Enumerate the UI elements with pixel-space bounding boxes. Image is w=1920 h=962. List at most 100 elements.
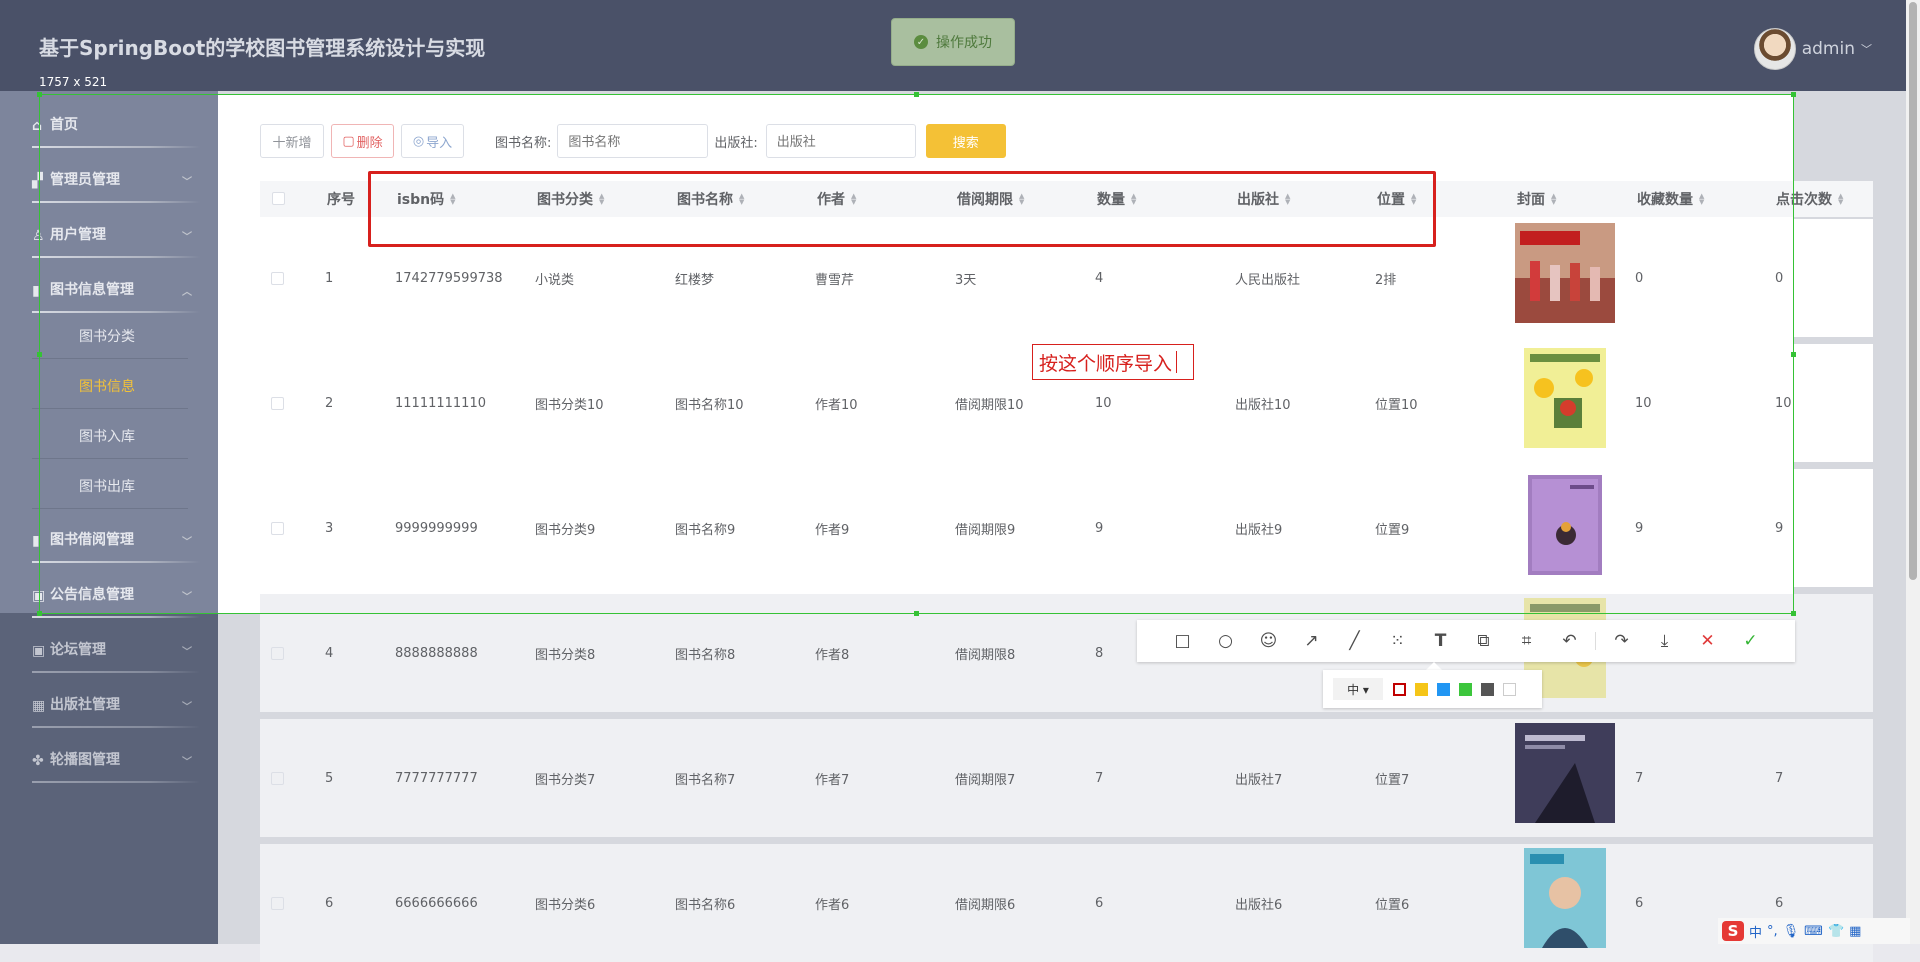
publisher-icon: ▦ bbox=[32, 698, 46, 714]
sidebar-item-label: 轮播图管理 bbox=[50, 752, 120, 768]
toast-message: 操作成功 bbox=[936, 35, 992, 51]
ime-toolbar[interactable]: S 中 °, 🎙 ⌨ 👕 ▦ bbox=[1718, 918, 1910, 944]
cover-image[interactable] bbox=[1515, 723, 1615, 823]
cell-quantity: 7 bbox=[1095, 770, 1104, 786]
microphone-icon[interactable]: 🎙 bbox=[1783, 924, 1800, 939]
ime-mode[interactable]: 中 bbox=[1749, 922, 1762, 941]
cell-location: 位置6 bbox=[1375, 897, 1410, 913]
sidebar-item-label: 出版社管理 bbox=[50, 697, 120, 713]
cell-quantity: 6 bbox=[1095, 895, 1104, 911]
sidebar-divider bbox=[32, 781, 200, 783]
annotation-text-box[interactable]: 按这个顺序导入 bbox=[1032, 344, 1194, 380]
table-row[interactable]: 6 6666666666 图书分类6 图书名称6 作者6 借阅期限6 6 出版社… bbox=[260, 844, 1873, 962]
emoji-tool-icon[interactable]: ☺ bbox=[1247, 620, 1290, 662]
cell-period: 借阅期限6 bbox=[955, 897, 1016, 913]
ellipse-tool-icon[interactable]: ○ bbox=[1204, 620, 1247, 662]
screenshot-toolbar: □ ○ ☺ ↗ ╱ ⁙ T ⧉ ⌗ ↶ ↷ ⤓ ✕ ✓ bbox=[1137, 620, 1795, 662]
sidebar-divider bbox=[32, 616, 200, 618]
sidebar-divider bbox=[32, 671, 200, 673]
vertical-scrollbar-thumb[interactable] bbox=[1909, 2, 1917, 580]
success-toast: ✓ 操作成功 bbox=[891, 18, 1015, 66]
carousel-icon: ✤ bbox=[32, 753, 44, 769]
cell-author: 作者6 bbox=[815, 897, 850, 913]
resize-handle[interactable] bbox=[37, 611, 42, 616]
arrow-tool-icon[interactable]: ↗ bbox=[1290, 620, 1333, 662]
cell-author: 作者7 bbox=[815, 772, 850, 788]
resize-handle[interactable] bbox=[1791, 352, 1796, 357]
pen-tool-icon[interactable]: ╱ bbox=[1333, 620, 1376, 662]
chevron-down-icon: ﹀ bbox=[1861, 43, 1872, 56]
mosaic-tool-icon[interactable]: ⁙ bbox=[1376, 620, 1419, 662]
row-checkbox[interactable] bbox=[271, 647, 284, 660]
undo-icon[interactable]: ↶ bbox=[1548, 620, 1591, 662]
cell-favorites: 6 bbox=[1635, 895, 1644, 911]
sogou-logo-icon[interactable]: S bbox=[1722, 921, 1744, 941]
skin-icon[interactable]: 👕 bbox=[1828, 924, 1844, 939]
share-icon[interactable]: ↷ bbox=[1600, 620, 1643, 662]
chevron-down-icon: ﹀ bbox=[182, 647, 192, 658]
close-icon[interactable]: ✕ bbox=[1686, 620, 1729, 662]
text-style-popover: 中 ▾ bbox=[1323, 670, 1542, 708]
ocr-tool-icon[interactable]: ⌗ bbox=[1505, 620, 1548, 662]
sidebar-item-publisher[interactable]: ▦ 出版社管理 ﹀ bbox=[0, 684, 200, 724]
resize-handle[interactable] bbox=[914, 92, 919, 97]
cell-category: 图书分类6 bbox=[535, 897, 596, 913]
color-swatch-gray[interactable] bbox=[1481, 682, 1494, 696]
cell-publisher: 出版社7 bbox=[1235, 772, 1283, 788]
check-circle-icon: ✓ bbox=[914, 35, 928, 49]
user-menu[interactable]: admin ﹀ bbox=[1753, 28, 1872, 70]
cell-name: 图书名称7 bbox=[675, 772, 736, 788]
text-tool-icon[interactable]: T bbox=[1419, 620, 1462, 662]
punctuation-icon[interactable]: °, bbox=[1767, 924, 1778, 939]
resize-handle[interactable] bbox=[37, 92, 42, 97]
grid-menu-icon[interactable]: ▦ bbox=[1849, 924, 1861, 939]
color-swatch-white[interactable] bbox=[1503, 682, 1516, 696]
sort-icon[interactable]: ▲ ▼ bbox=[1838, 193, 1843, 206]
cell-isbn: 6666666666 bbox=[395, 895, 478, 911]
color-swatch-green[interactable] bbox=[1459, 682, 1472, 696]
toolbar-separator bbox=[1595, 632, 1596, 650]
resize-handle[interactable] bbox=[914, 611, 919, 616]
copy-tool-icon[interactable]: ⧉ bbox=[1462, 620, 1505, 662]
color-swatch-red[interactable] bbox=[1393, 682, 1406, 696]
chevron-down-icon: ﹀ bbox=[182, 757, 192, 768]
rectangle-tool-icon[interactable]: □ bbox=[1161, 620, 1204, 662]
cover-image[interactable] bbox=[1524, 848, 1606, 948]
annotation-text: 按这个顺序导入 bbox=[1039, 352, 1173, 375]
cell-index: 5 bbox=[325, 770, 334, 786]
cell-clicks: 7 bbox=[1775, 770, 1784, 786]
app-title: 基于SpringBoot的学校图书管理系统设计与实现 bbox=[39, 36, 486, 60]
row-checkbox[interactable] bbox=[271, 772, 284, 785]
row-checkbox[interactable] bbox=[271, 897, 284, 910]
text-caret bbox=[1176, 351, 1178, 373]
cell-name: 图书名称6 bbox=[675, 897, 736, 913]
color-swatch-blue[interactable] bbox=[1437, 682, 1450, 696]
cell-publisher: 出版社6 bbox=[1235, 897, 1283, 913]
annotation-rectangle[interactable] bbox=[368, 171, 1436, 247]
font-size-select[interactable]: 中 ▾ bbox=[1333, 678, 1383, 700]
cell-favorites: 7 bbox=[1635, 770, 1644, 786]
sidebar-item-carousel[interactable]: ✤ 轮播图管理 ﹀ bbox=[0, 739, 200, 779]
forum-icon: ▣ bbox=[32, 643, 46, 659]
cell-clicks: 6 bbox=[1775, 895, 1784, 911]
resize-handle[interactable] bbox=[1791, 611, 1796, 616]
avatar[interactable] bbox=[1753, 28, 1796, 70]
sidebar-item-forum[interactable]: ▣ 论坛管理 ﹀ bbox=[0, 629, 200, 669]
resize-handle[interactable] bbox=[37, 352, 42, 357]
selection-dimensions: 1757 x 521 bbox=[39, 75, 108, 89]
cell-location: 位置7 bbox=[1375, 772, 1410, 788]
resize-handle[interactable] bbox=[1791, 92, 1796, 97]
sidebar-divider bbox=[32, 726, 200, 728]
color-swatch-yellow[interactable] bbox=[1415, 682, 1428, 696]
keyboard-icon[interactable]: ⌨ bbox=[1804, 924, 1823, 939]
cell-category: 图书分类7 bbox=[535, 772, 596, 788]
sidebar-item-label: 论坛管理 bbox=[50, 642, 106, 658]
popover-arrow bbox=[1426, 662, 1442, 670]
cell-isbn: 7777777777 bbox=[395, 770, 478, 786]
username: admin bbox=[1801, 39, 1855, 59]
download-icon[interactable]: ⤓ bbox=[1643, 620, 1686, 662]
chevron-down-icon: ﹀ bbox=[182, 702, 192, 713]
cell-period: 借阅期限7 bbox=[955, 772, 1016, 788]
confirm-check-icon[interactable]: ✓ bbox=[1729, 620, 1772, 662]
table-row[interactable]: 5 7777777777 图书分类7 图书名称7 作者7 借阅期限7 7 出版社… bbox=[260, 719, 1873, 837]
